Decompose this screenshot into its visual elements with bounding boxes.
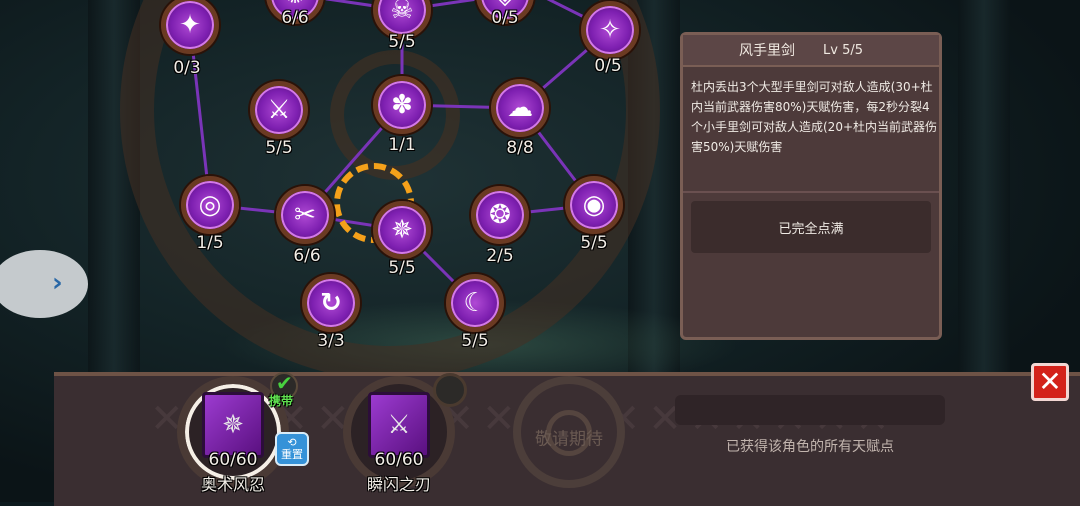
slot-name: 瞬闪之刃 (366, 475, 432, 494)
slot-count: 60/60 (208, 450, 258, 470)
skill-level-label: 0/3 (173, 58, 201, 78)
skill-level: Lv 5/5 (823, 42, 863, 58)
skill-level-label: 5/5 (580, 233, 608, 253)
skill-description: 杜内丢出3个大型手里剑可对敌人造成(30+杜内当前武器伤害80%)天赋伤害，每2… (691, 80, 938, 154)
skill-node[interactable]: ◎ (181, 176, 239, 234)
panel-header: 风手里剑 Lv 5/5 (683, 35, 939, 67)
rune-icon: ◈ (495, 0, 515, 8)
shuriken-book-icon: ✵ (202, 392, 264, 458)
divider (683, 191, 939, 193)
skill-level-label: 5/5 (461, 331, 489, 351)
slot-name: 奥术风忍 (200, 475, 266, 494)
slot-count: 60/60 (374, 450, 424, 470)
dagger-book-icon: ⚔ (368, 392, 430, 458)
chevron-right-icon: › (52, 268, 63, 298)
all-points-obtained-text: 已获得该角色的所有天赋点 (726, 439, 894, 455)
skull-icon: ☠ (390, 0, 414, 25)
close-button[interactable]: ✕ (1031, 363, 1069, 401)
reset-button[interactable]: ⟲ 重置 (275, 432, 309, 466)
crescent-icon: ☾ (463, 288, 487, 318)
skill-level-label: 5/5 (265, 138, 293, 158)
wind-icon: ❂ (489, 200, 511, 230)
skill-level-label: 0/5 (594, 56, 622, 76)
bat-icon: ✧ (599, 15, 621, 45)
skill-node[interactable]: ✽ (373, 76, 431, 134)
cloud-icon: ☁ (507, 93, 533, 123)
skill-level-label: 3/3 (317, 331, 345, 351)
refresh-icon: ↻ (320, 288, 342, 318)
carry-label: 携带 (269, 394, 294, 408)
skill-level-label: 6/6 (293, 246, 321, 266)
skill-level-label: 0/5 (491, 8, 519, 28)
skill-node[interactable]: ◉ (565, 176, 623, 234)
skill-node[interactable]: ☾ (446, 274, 504, 332)
coming-soon-label: 敬请期待 (535, 429, 603, 450)
skill-node[interactable]: ❂ (471, 186, 529, 244)
eye-icon: ◉ (582, 190, 606, 220)
max-level-status: 已完全点满 (691, 201, 931, 253)
skill-node[interactable]: ✂ (276, 186, 334, 244)
skill-title: 风手里剑 (739, 43, 795, 59)
blades-icon: ✂ (294, 200, 316, 230)
reset-label: 重置 (281, 448, 303, 461)
skill-level-label: 2/5 (486, 246, 514, 266)
close-icon: ✕ (1038, 365, 1062, 398)
skill-level-label: 6/6 (281, 8, 309, 28)
target-icon: ◎ (198, 190, 222, 220)
skill-node[interactable]: ☁ (491, 79, 549, 137)
skill-level-label: 1/5 (196, 233, 224, 253)
skill-level-label: 5/5 (388, 258, 416, 278)
skill-level-label: 5/5 (388, 32, 416, 52)
skill-level-label: 1/1 (388, 135, 416, 155)
skill-node[interactable]: ✧ (581, 1, 639, 59)
skill-node[interactable]: ⚔ (250, 81, 308, 139)
skill-detail-panel: 风手里剑 Lv 5/5 杜内丢出3个大型手里剑可对敌人造成(30+杜内当前武器伤… (680, 32, 942, 340)
swirl-icon: ✽ (391, 90, 413, 120)
info-strip (675, 395, 945, 425)
claw-icon: ✦ (179, 10, 201, 40)
rune-icon: ✺ (284, 0, 306, 8)
skill-level-label: 8/8 (506, 138, 534, 158)
crossed-swords-icon: ⚔ (267, 95, 291, 125)
unequipped-badge (433, 373, 467, 407)
shuriken-icon: ✵ (391, 215, 413, 245)
skill-node[interactable]: ✵ (373, 201, 431, 259)
skill-node[interactable]: ↻ (302, 274, 360, 332)
